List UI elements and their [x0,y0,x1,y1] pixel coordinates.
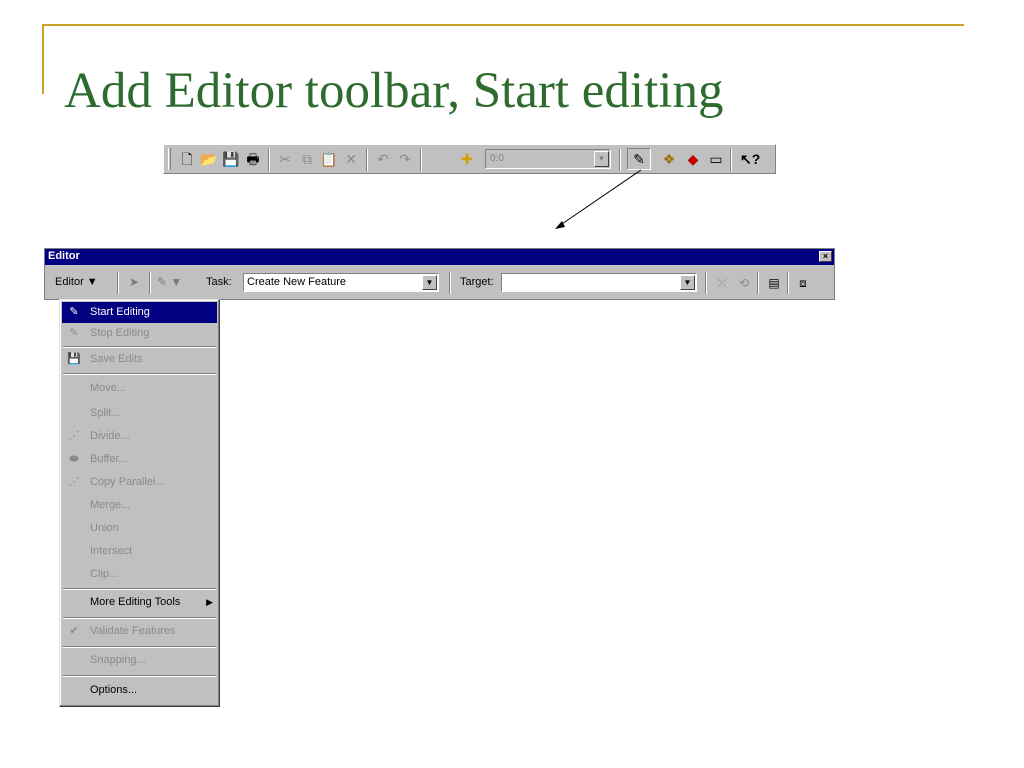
menu-separator [63,617,216,619]
split-tool-icon[interactable]: ⤫ [713,274,731,292]
menu-item-label: Union [90,522,119,534]
menu-item-divide[interactable]: ⋰ Divide... [62,426,217,447]
menu-item-label: Clip... [90,568,119,580]
menu-item-label: Intersect [90,545,133,557]
menu-item-label: Divide... [90,430,130,442]
attributes-icon[interactable]: ▤ [765,274,783,292]
menu-item-copy-parallel[interactable]: ⋰ Copy Parallel... [62,472,217,493]
menu-item-label: Merge... [90,499,131,511]
start-editing-icon: ✎ [69,306,79,318]
close-icon[interactable]: × [819,251,832,262]
toolbar-separator [149,272,151,294]
menu-item-buffer[interactable]: ⬬ Buffer... [62,449,217,470]
editor-menu-button[interactable]: Editor ▼ [55,276,98,288]
menu-item-label: Snapping... [90,654,146,666]
menu-item-start-editing[interactable]: ✎ Start Editing [62,302,217,323]
toolbar-separator [787,272,789,294]
menu-item-union[interactable]: Union [62,518,217,539]
menu-item-options[interactable]: Options... [62,680,217,701]
menu-item-save-edits[interactable]: 💾 Save Edits [62,349,217,370]
editor-menu: ✎ Start Editing ✎ Stop Editing 💾 Save Ed… [59,299,220,707]
menu-item-label: Save Edits [90,353,143,365]
menu-separator [63,373,216,375]
edit-tool-icon[interactable]: ➤ [129,275,139,289]
submenu-arrow-icon: ▶ [206,597,213,607]
menu-item-label: Move... [90,382,127,394]
stop-editing-icon: ✎ [69,327,79,339]
chevron-down-icon[interactable]: ▼ [422,275,437,290]
chevron-down-icon[interactable]: ▼ [680,275,695,290]
menu-item-split[interactable]: Split... [62,403,217,424]
editor-title: Editor [48,250,80,262]
editor-titlebar[interactable]: Editor × [45,249,834,265]
sketch-tool-icon[interactable]: ✎ ▼ [157,275,182,289]
copy-parallel-icon: ⋰ [68,476,80,488]
rotate-tool-icon[interactable]: ⟲ [735,274,753,292]
menu-item-merge[interactable]: Merge... [62,495,217,516]
menu-item-more-editing-tools[interactable]: More Editing Tools ▶ [62,592,217,613]
menu-item-label: Buffer... [90,453,128,465]
toolbar-separator [705,272,707,294]
target-label: Target: [460,276,494,288]
task-select[interactable]: Create New Feature ▼ [243,273,439,292]
menu-separator [63,588,216,590]
menu-item-snapping[interactable]: Snapping... [62,650,217,671]
menu-item-validate-features[interactable]: ✔ Validate Features [62,621,217,642]
buffer-icon: ⬬ [69,453,79,465]
menu-item-label: Copy Parallel... [90,476,165,488]
divide-icon: ⋰ [68,430,80,442]
menu-item-intersect[interactable]: Intersect [62,541,217,562]
menu-item-label: More Editing Tools [90,596,181,608]
task-value: Create New Feature [247,276,347,288]
toolbar-separator [117,272,119,294]
menu-separator [63,675,216,677]
menu-item-label: Split... [90,407,121,419]
sketch-properties-icon[interactable]: ⧈ [794,274,812,292]
task-label: Task: [206,276,232,288]
save-edits-icon: 💾 [67,353,81,365]
validate-features-icon: ✔ [69,625,79,637]
menu-item-move[interactable]: Move... [62,378,217,399]
menu-separator [63,646,216,648]
toolbar-separator [449,272,451,294]
menu-item-clip[interactable]: Clip... [62,564,217,585]
toolbar-separator [757,272,759,294]
menu-separator [63,346,216,348]
target-select[interactable]: ▼ [501,273,697,292]
menu-item-label: Options... [90,684,138,696]
menu-item-label: Validate Features [90,625,176,637]
menu-item-stop-editing[interactable]: ✎ Stop Editing [62,323,217,344]
editor-toolbar-window: Editor × Editor ▼ ➤ ✎ ▼ Task: Create New… [44,248,835,300]
menu-item-label: Start Editing [90,306,150,318]
menu-item-label: Stop Editing [90,327,150,339]
